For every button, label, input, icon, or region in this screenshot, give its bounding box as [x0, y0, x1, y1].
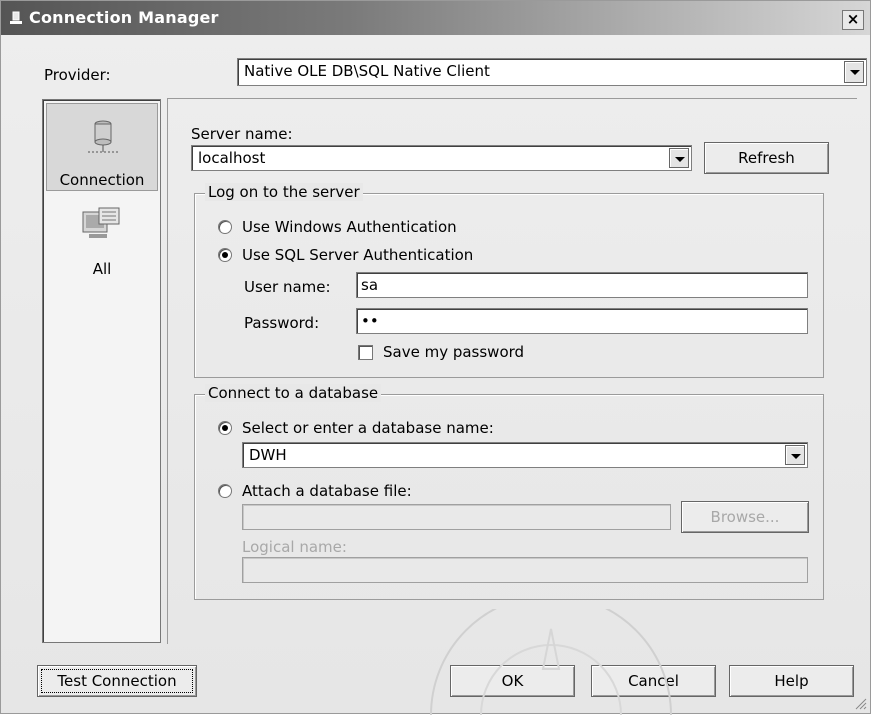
password-value: ••	[361, 312, 379, 330]
help-button[interactable]: Help	[729, 665, 854, 697]
test-connection-label: Test Connection	[57, 672, 177, 690]
attach-database-label[interactable]: Attach a database file:	[242, 482, 412, 500]
database-dropdown-arrow[interactable]	[785, 445, 805, 465]
browse-button[interactable]: Browse...	[681, 501, 809, 533]
provider-label: Provider:	[44, 66, 111, 84]
sql-auth-label[interactable]: Use SQL Server Authentication	[242, 246, 473, 264]
provider-select[interactable]: Native OLE DB\SQL Native Client	[237, 58, 867, 86]
username-label: User name:	[244, 278, 331, 296]
username-field[interactable]: sa	[356, 272, 808, 298]
resize-grip-icon[interactable]	[853, 696, 867, 710]
server-name-combo[interactable]: localhost	[191, 145, 692, 171]
title-bar[interactable]: Connection Manager ×	[1, 1, 870, 35]
provider-label-text: Provider:	[44, 66, 111, 84]
help-button-label: Help	[774, 672, 809, 690]
watermark-seal	[430, 609, 672, 715]
test-connection-button[interactable]: Test Connection	[37, 665, 197, 697]
sidebar-item-all[interactable]: All	[46, 204, 158, 284]
database-name-combo[interactable]: DWH	[242, 442, 808, 468]
connection-manager-icon	[10, 11, 22, 24]
save-password-label[interactable]: Save my password	[383, 343, 524, 361]
windows-auth-radio[interactable]	[218, 220, 232, 234]
browse-button-label: Browse...	[710, 508, 780, 526]
sidebar: Connection All	[42, 99, 161, 643]
sidebar-item-label: All	[92, 260, 112, 278]
sidebar-item-connection[interactable]: Connection	[46, 103, 158, 191]
server-name-label: Server name:	[191, 125, 293, 143]
attach-database-radio[interactable]	[218, 484, 232, 498]
database-name-value: DWH	[249, 446, 287, 464]
provider-dropdown-arrow[interactable]	[844, 61, 864, 83]
provider-value: Native OLE DB\SQL Native Client	[244, 62, 490, 80]
connection-manager-window: Connection Manager × Provider: Native OL…	[0, 0, 871, 715]
username-value: sa	[361, 276, 379, 294]
select-database-radio[interactable]	[218, 421, 232, 435]
logon-group-legend: Log on to the server	[205, 183, 363, 201]
logical-name-field[interactable]	[242, 557, 808, 583]
refresh-button-label: Refresh	[738, 149, 795, 167]
logical-name-label: Logical name:	[242, 538, 347, 556]
sidebar-item-label: Connection	[59, 171, 145, 189]
windows-auth-label[interactable]: Use Windows Authentication	[242, 218, 457, 236]
select-database-label[interactable]: Select or enter a database name:	[242, 419, 494, 437]
attach-file-field[interactable]	[242, 504, 671, 530]
server-dropdown-arrow[interactable]	[669, 148, 689, 168]
close-button[interactable]: ×	[842, 10, 864, 30]
save-password-checkbox[interactable]	[358, 345, 373, 360]
database-icon	[88, 120, 118, 153]
refresh-button[interactable]: Refresh	[704, 142, 829, 174]
window-title: Connection Manager	[29, 8, 219, 27]
server-name-value: localhost	[198, 149, 266, 167]
database-group-legend: Connect to a database	[205, 384, 382, 402]
sql-auth-radio[interactable]	[218, 248, 232, 262]
password-label: Password:	[244, 314, 320, 332]
properties-icon	[82, 207, 120, 238]
password-field[interactable]: ••	[356, 308, 808, 334]
